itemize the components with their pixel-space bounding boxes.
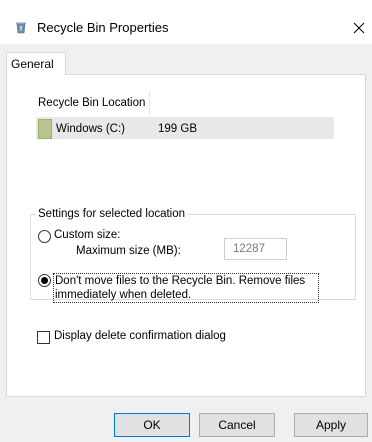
ok-button[interactable]: OK bbox=[114, 413, 190, 437]
drive-name: Windows (C:) bbox=[56, 123, 126, 135]
title-bar: Recycle Bin Properties bbox=[0, 0, 372, 44]
tab-general[interactable]: General bbox=[6, 52, 66, 75]
drive-size: 199 GB bbox=[158, 123, 197, 135]
dont-move-files-radio[interactable] bbox=[38, 274, 51, 287]
close-button[interactable] bbox=[346, 13, 372, 43]
delete-confirmation-label[interactable]: Display delete confirmation dialog bbox=[54, 330, 226, 342]
max-size-input[interactable] bbox=[224, 238, 287, 260]
settings-group-label: Settings for selected location bbox=[36, 208, 188, 220]
window-title: Recycle Bin Properties bbox=[37, 20, 169, 35]
dont-move-files-label[interactable]: Don't move files to the Recycle Bin. Rem… bbox=[53, 273, 319, 303]
close-icon bbox=[353, 22, 365, 34]
delete-confirmation-checkbox[interactable] bbox=[37, 331, 50, 344]
custom-size-label[interactable]: Custom size: bbox=[54, 229, 120, 241]
max-size-label: Maximum size (MB): bbox=[76, 245, 181, 257]
apply-button[interactable]: Apply bbox=[294, 413, 368, 437]
location-column-header[interactable]: Recycle Bin Location bbox=[30, 91, 150, 115]
cancel-button[interactable]: Cancel bbox=[199, 413, 275, 437]
custom-size-radio[interactable] bbox=[38, 230, 51, 243]
recycle-bin-icon bbox=[15, 21, 27, 34]
drive-icon bbox=[38, 119, 52, 139]
